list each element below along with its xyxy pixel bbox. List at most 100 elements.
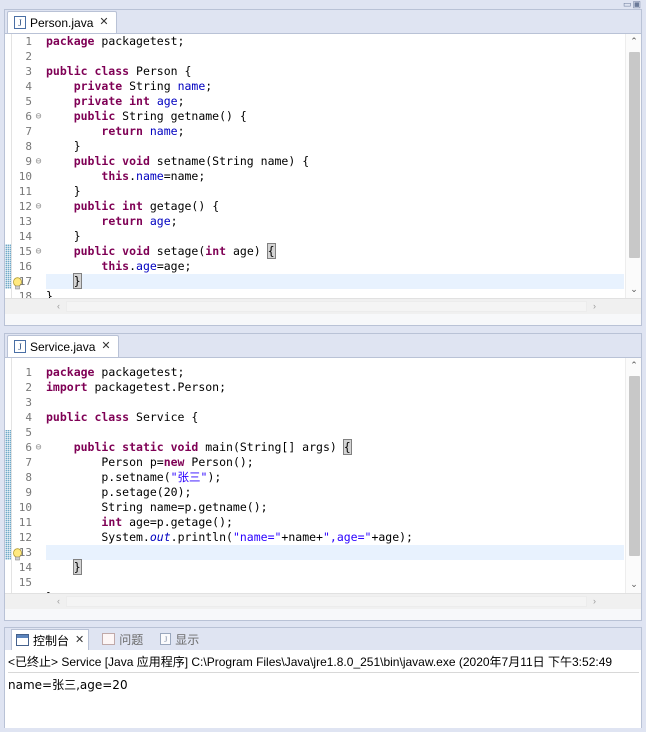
- line-number: 3: [25, 396, 32, 409]
- java-file-icon: J: [14, 16, 26, 29]
- line-number: 5: [25, 95, 32, 108]
- console-body[interactable]: <已终止> Service [Java 应用程序] C:\Program Fil…: [5, 650, 641, 728]
- close-icon[interactable]: ✕: [75, 634, 84, 646]
- tab-person-java[interactable]: J Person.java ✕: [7, 11, 117, 33]
- scroll-left-icon[interactable]: ‹: [51, 594, 66, 609]
- close-icon[interactable]: ✕: [101, 341, 110, 352]
- window-controls[interactable]: ▭▣: [623, 0, 642, 9]
- vertical-scrollbar-service[interactable]: ⌃ ⌄: [625, 358, 641, 593]
- line-number: 1: [25, 366, 32, 379]
- tab-problems[interactable]: 问题: [98, 629, 147, 649]
- editor-body-person[interactable]: 1 2 3 4 5 6 ⊖ 7 8 9 ⊖ 10 11 12 ⊖ 13 14 1…: [5, 34, 641, 298]
- code-line: String name=p.getname();: [46, 500, 268, 514]
- line-number: 7: [25, 125, 32, 138]
- code-line: Person p=new Person();: [46, 455, 254, 469]
- code-line: }: [46, 229, 81, 243]
- scroll-left-icon[interactable]: ‹: [51, 299, 66, 314]
- display-icon: J: [160, 633, 172, 645]
- scroll-track[interactable]: [66, 596, 587, 607]
- line-number: 9: [25, 155, 32, 168]
- editor-part-service: J Service.java ✕ 1 2 3 4 5 6 ⊖ 7 8 9 10 …: [4, 333, 642, 621]
- code-line: private String name;: [73, 79, 213, 93]
- line-number: 16: [18, 260, 32, 273]
- code-line: private int age;: [73, 94, 185, 108]
- code-line: }: [46, 139, 81, 153]
- editor-part-person: J Person.java ✕ 1 2 3 4 5 6 ⊖ 7 8 9 ⊖ 10…: [4, 9, 642, 326]
- editor-tab-row-service: J Service.java ✕: [5, 334, 641, 358]
- line-number: 13: [18, 546, 32, 559]
- code-line: }: [72, 273, 82, 289]
- line-number: 4: [25, 411, 32, 424]
- fold-toggle-icon[interactable]: ⊖: [33, 109, 44, 124]
- line-number: 3: [25, 65, 32, 78]
- line-number-gutter-service: 1 2 3 4 5 6 ⊖ 7 8 9 10 11 12 13 14 15 16: [11, 358, 45, 593]
- line-number: 8: [25, 471, 32, 484]
- java-file-icon: J: [14, 340, 26, 353]
- tab-display[interactable]: J 显示: [156, 629, 203, 649]
- fold-toggle-icon[interactable]: ⊖: [33, 440, 44, 455]
- line-number: 5: [25, 426, 32, 439]
- maximize-icon[interactable]: ▣: [632, 0, 642, 9]
- line-number: 10: [18, 501, 32, 514]
- code-area-service[interactable]: package packagetest; import packagetest.…: [46, 358, 641, 593]
- console-output: name=张三,age=20: [8, 678, 128, 692]
- line-number: 18: [18, 290, 32, 298]
- console-status-line: <已终止> Service [Java 应用程序] C:\Program Fil…: [8, 653, 639, 673]
- scroll-up-icon[interactable]: ⌃: [626, 34, 641, 50]
- vertical-scrollbar-person[interactable]: ⌃ ⌄: [625, 34, 641, 298]
- code-line: import packagetest.Person;: [46, 380, 227, 394]
- code-line: public int getage() {: [73, 199, 220, 213]
- scroll-right-icon[interactable]: ›: [587, 299, 602, 314]
- eclipse-window: ▭▣ J Person.java ✕ 1 2 3 4 5 6 ⊖ 7 8 9 ⊖…: [0, 0, 646, 732]
- scroll-track[interactable]: [66, 301, 587, 312]
- tab-label: 问题: [119, 632, 144, 647]
- scroll-down-icon[interactable]: ⌄: [626, 577, 641, 593]
- line-number-gutter-person: 1 2 3 4 5 6 ⊖ 7 8 9 ⊖ 10 11 12 ⊖ 13 14 1…: [11, 34, 45, 298]
- line-number: 1: [25, 35, 32, 48]
- line-number: 4: [25, 80, 32, 93]
- horizontal-scrollbar-service[interactable]: ‹ ›: [5, 593, 641, 609]
- code-line: public static void main(String[] args) {: [73, 439, 352, 455]
- line-number: 8: [25, 140, 32, 153]
- line-number: 2: [25, 381, 32, 394]
- scroll-up-icon[interactable]: ⌃: [626, 358, 641, 374]
- code-line: }: [72, 559, 82, 575]
- line-number: 6: [25, 110, 32, 123]
- line-number: 12: [18, 531, 32, 544]
- console-tab-row: 控制台 ✕ 问题 J 显示: [5, 628, 641, 650]
- line-number: 7: [25, 456, 32, 469]
- line-number: 14: [18, 561, 32, 574]
- fold-toggle-icon[interactable]: ⊖: [33, 244, 44, 259]
- line-number: 15: [18, 245, 32, 258]
- line-number: 14: [18, 230, 32, 243]
- fold-toggle-icon[interactable]: ⊖: [33, 199, 44, 214]
- tab-label: 控制台: [33, 633, 70, 648]
- code-line: public class Service {: [46, 410, 199, 424]
- scroll-right-icon[interactable]: ›: [587, 594, 602, 609]
- code-line: return age;: [101, 214, 178, 228]
- code-line: p.setname("张三");: [46, 470, 222, 484]
- code-area-person[interactable]: package packagetest; public class Person…: [46, 34, 641, 298]
- editor-body-service[interactable]: 1 2 3 4 5 6 ⊖ 7 8 9 10 11 12 13 14 15 16…: [5, 358, 641, 593]
- console-part: 控制台 ✕ 问题 J 显示 <已终止> Service [Java 应用程序] …: [4, 627, 642, 728]
- problems-icon: [102, 633, 116, 645]
- code-line: System.out.println("name="+name+",age="+…: [46, 530, 413, 544]
- tab-service-java[interactable]: J Service.java ✕: [7, 335, 119, 357]
- line-number: 15: [18, 576, 32, 589]
- tab-console[interactable]: 控制台 ✕: [11, 629, 90, 650]
- line-number: 10: [18, 170, 32, 183]
- scroll-thumb[interactable]: [629, 376, 640, 556]
- line-number: 12: [18, 200, 32, 213]
- fold-toggle-icon[interactable]: ⊖: [33, 154, 44, 169]
- code-line: public void setname(String name) {: [73, 154, 310, 168]
- scroll-down-icon[interactable]: ⌄: [626, 282, 641, 298]
- code-line: public void setage(int age) {: [73, 243, 276, 259]
- console-icon: [16, 634, 29, 646]
- line-number: 11: [18, 516, 32, 529]
- scroll-thumb[interactable]: [629, 52, 640, 258]
- tab-label: Person.java: [30, 15, 94, 30]
- code-line: public class Person {: [46, 64, 192, 78]
- horizontal-scrollbar-person[interactable]: ‹ ›: [5, 298, 641, 314]
- code-line: package packagetest;: [46, 34, 185, 48]
- close-icon[interactable]: ✕: [99, 17, 108, 28]
